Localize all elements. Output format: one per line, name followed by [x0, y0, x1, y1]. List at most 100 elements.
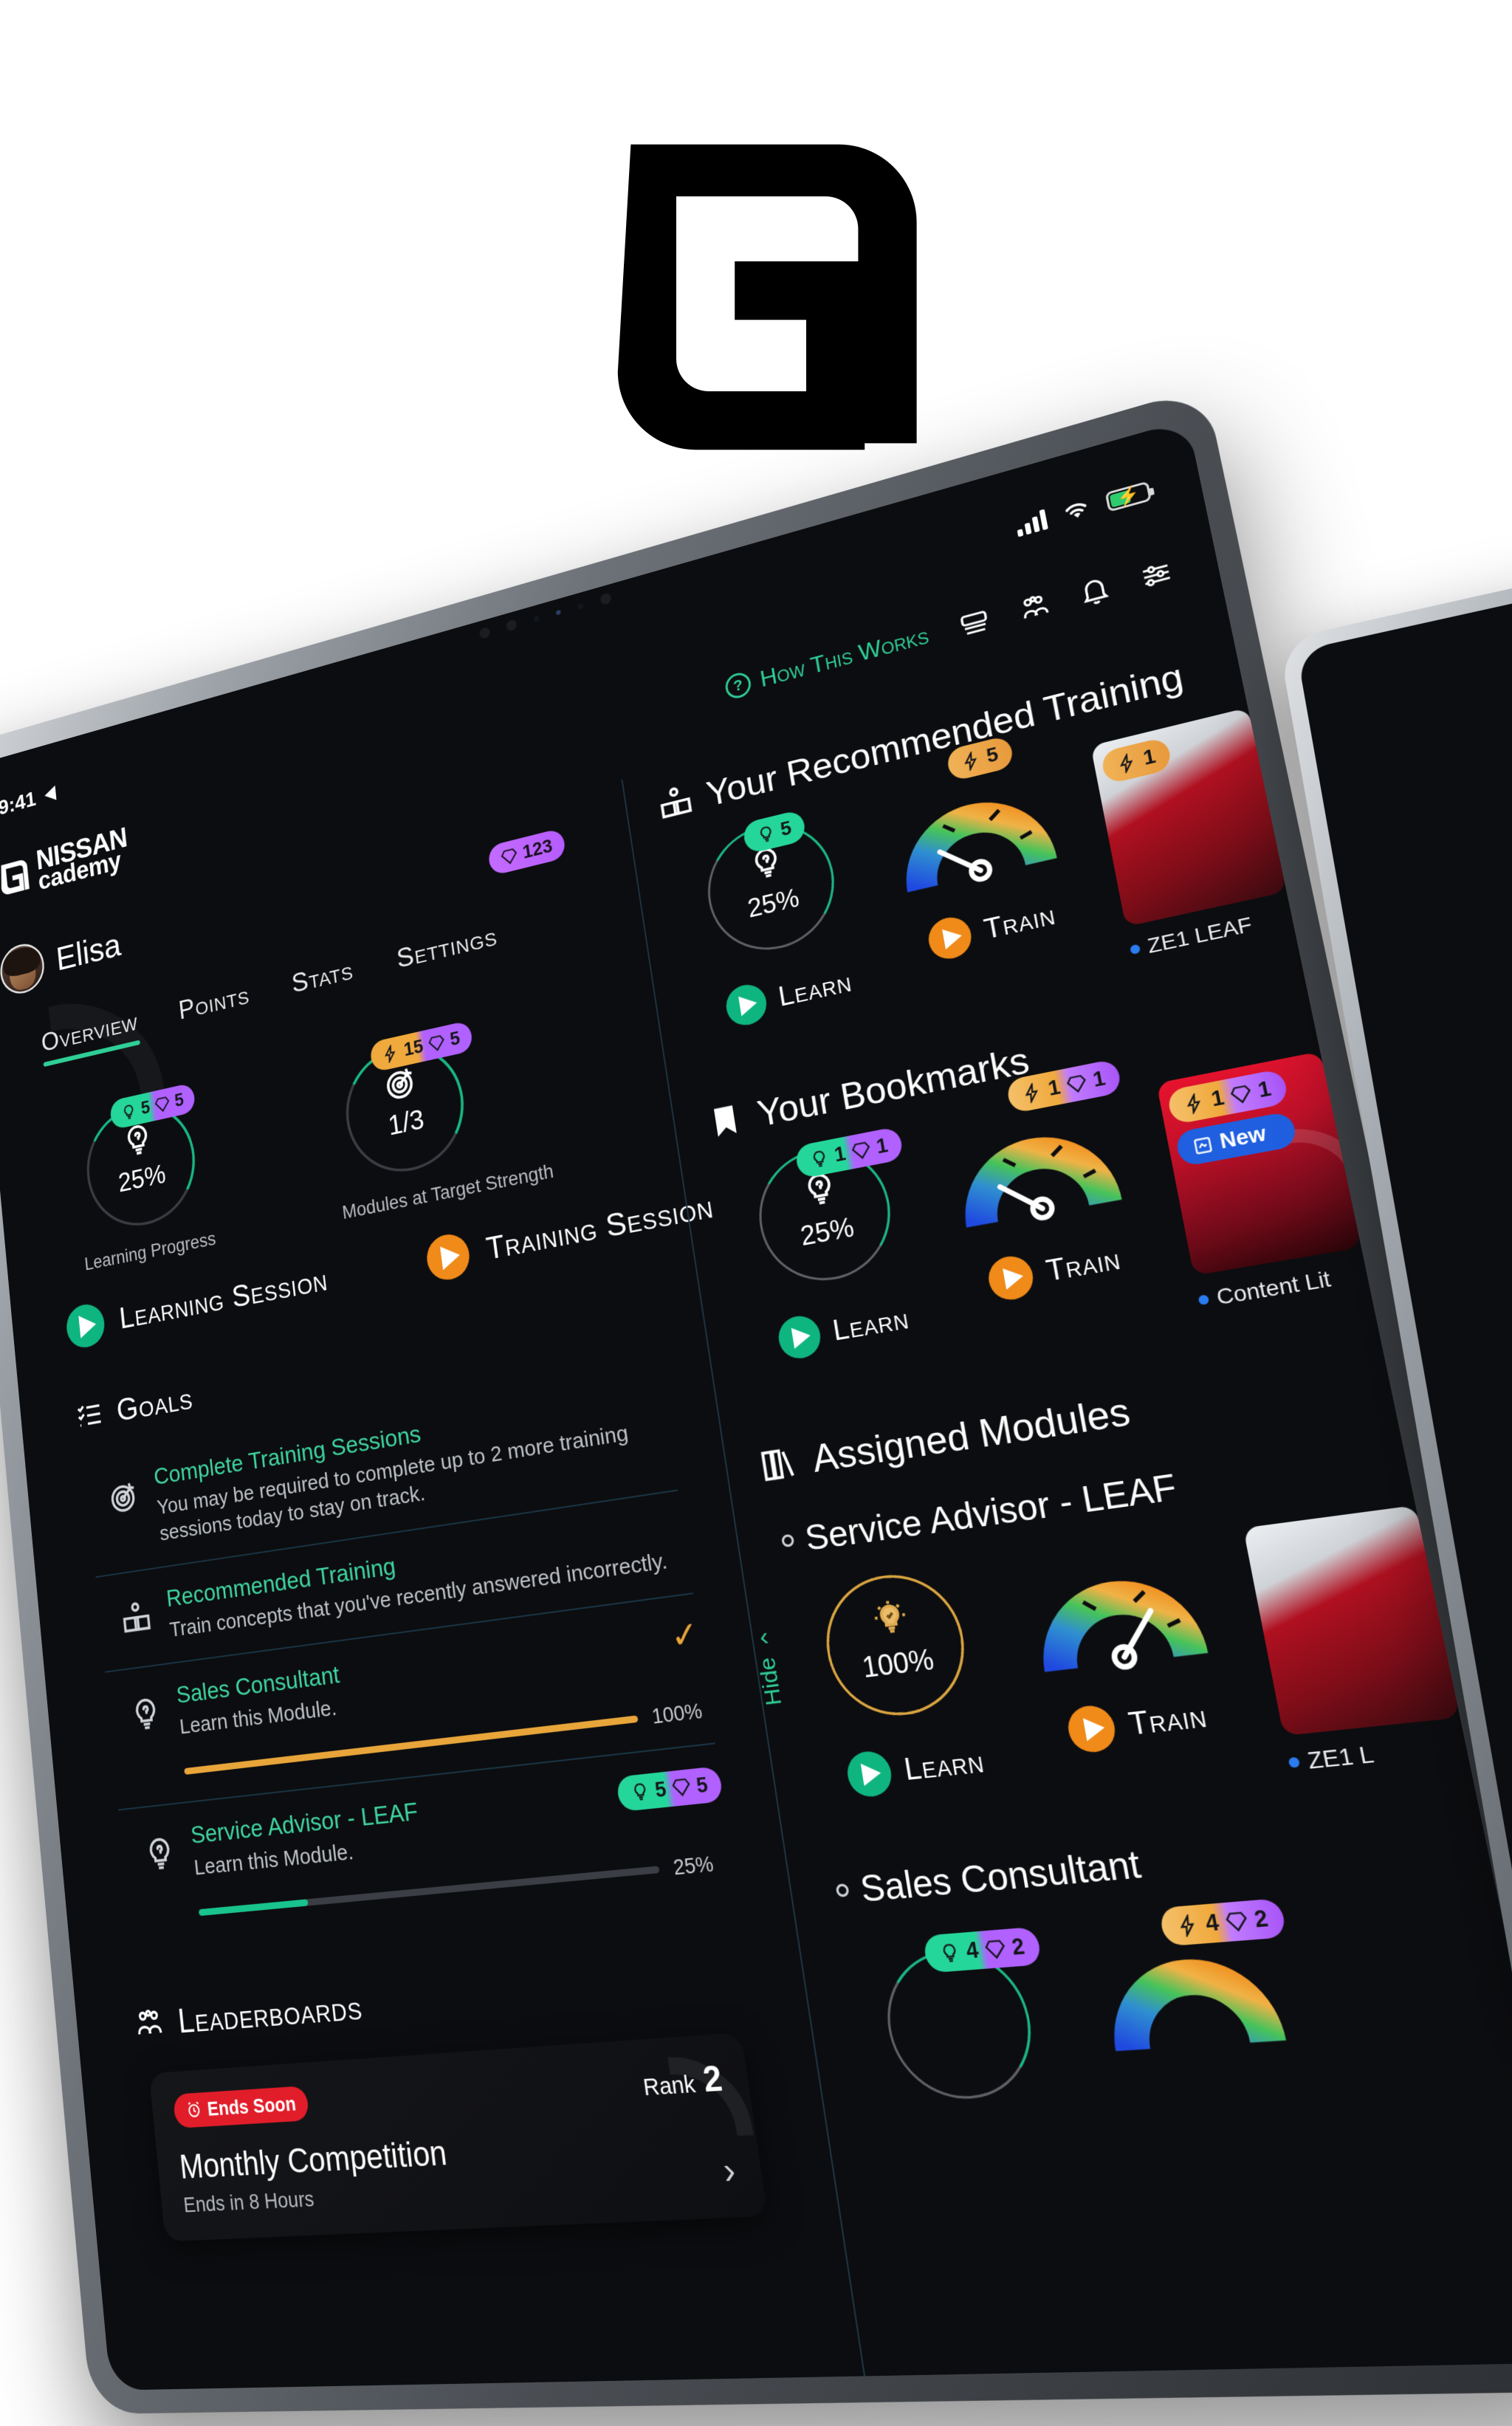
- sensor-dot: [532, 614, 540, 622]
- cards-icon[interactable]: [956, 605, 992, 642]
- badge-right-value: 5: [695, 1772, 709, 1798]
- academy-a-icon: [0, 859, 30, 896]
- leaderboard-card[interactable]: ◝ Ends Soon Rank 2 Monthly Competition E…: [148, 2032, 768, 2242]
- assigned-train-widget[interactable]: 4 2: [1079, 1897, 1301, 2058]
- vehicle-thumbnail: 1: [1090, 707, 1287, 927]
- learning-session-button[interactable]: Learning Session: [64, 1258, 330, 1351]
- assigned-module-title[interactable]: Service Advisor - LEAF: [779, 1432, 1410, 1562]
- learn-progress-value: 100%: [859, 1643, 937, 1684]
- location-arrow-icon: [44, 785, 57, 803]
- gem-icon: [499, 846, 518, 867]
- learning-progress-ring[interactable]: 5 5 25% Learning Progress: [68, 1082, 220, 1276]
- assigned-learn-widget[interactable]: 100% Learn: [798, 1561, 1009, 1801]
- strength-gauge: [890, 776, 1062, 898]
- assigned-learn-widget[interactable]: 4 2: [853, 1925, 1065, 2110]
- status-dot: [1288, 1756, 1301, 1768]
- bookmarks-widgets: 1 1 25% Learn 1 1 Train ◝ 1 1 New Conten…: [710, 1025, 1370, 1387]
- learn-button[interactable]: Learn: [705, 958, 874, 1033]
- content-thumbnail: ◝ 1 1 New: [1156, 1051, 1361, 1276]
- gem-icon: [1065, 1072, 1089, 1096]
- new-content-icon: [1190, 1133, 1215, 1157]
- new-badge-label: New: [1217, 1121, 1268, 1154]
- bookmark-icon: [713, 1105, 737, 1137]
- leaderboards-title: Leaderboards: [176, 1987, 365, 2041]
- hide-panel-toggle[interactable]: ‹ Hide: [749, 1621, 787, 1707]
- train-button[interactable]: Train: [1040, 1691, 1237, 1757]
- thumb-reward-badge: 1 1: [1166, 1068, 1290, 1125]
- train-button[interactable]: Train: [962, 1234, 1149, 1308]
- camera-dot: [599, 591, 612, 605]
- nissan-academy-logo[interactable]: NISSAN cademy: [0, 822, 130, 902]
- modules-target-strength-ring[interactable]: 15 5 1/3 Modules at Target Strength: [324, 1020, 555, 1224]
- thumb-caption-label: ZE1 L: [1305, 1740, 1376, 1774]
- play-icon: [775, 1313, 824, 1362]
- play-icon: [723, 980, 769, 1029]
- module-name: Sales Consultant: [857, 1842, 1144, 1910]
- learn-button[interactable]: Learn: [757, 1294, 932, 1364]
- lightbulb-icon: [629, 1781, 650, 1803]
- assigned-train-widget[interactable]: Train: [1014, 1534, 1237, 1757]
- badge-left-value: 1: [1141, 744, 1158, 770]
- wifi-icon: [1059, 496, 1093, 519]
- play-icon: [425, 1231, 472, 1284]
- bookmark-media-card[interactable]: ◝ 1 1 New Content Lit: [1156, 1051, 1370, 1313]
- question-circle-icon: ?: [724, 670, 753, 701]
- lightbulb-icon: [808, 1147, 831, 1170]
- play-icon: [985, 1253, 1037, 1303]
- play-icon: [925, 913, 975, 963]
- badge-left-value: 4: [963, 1937, 980, 1964]
- bookmarks-title: Your Bookmarks: [755, 1039, 1033, 1135]
- bookmark-train-widget[interactable]: 1 1 Train: [938, 1058, 1149, 1308]
- bell-icon[interactable]: [1076, 572, 1113, 610]
- recommended-learn-widget[interactable]: 5 25% Learn: [682, 806, 874, 1033]
- badge-left-value: 15: [402, 1035, 425, 1060]
- assigned-module-title[interactable]: Sales Consultant: [833, 1810, 1490, 1913]
- lightbulb-icon: [938, 1941, 962, 1964]
- badge-right-value: 5: [173, 1089, 185, 1111]
- module-name: Service Advisor - LEAF: [802, 1465, 1181, 1559]
- lightbulb-question-icon: [799, 1168, 842, 1212]
- competition-subtitle: Ends in 8 Hours: [182, 2186, 315, 2217]
- sliders-icon[interactable]: [1137, 556, 1175, 594]
- gem-icon: [427, 1033, 447, 1054]
- gem-icon: [983, 1937, 1007, 1961]
- learn-reward-badge: 4 2: [921, 1926, 1042, 1973]
- target-icon: [106, 1467, 145, 1556]
- people-group-icon[interactable]: [1016, 588, 1053, 626]
- train-reward-badge: 4 2: [1158, 1897, 1288, 1947]
- bookmark-learn-widget[interactable]: 1 1 25% Learn: [732, 1126, 932, 1365]
- badge-left-value: 1: [1046, 1075, 1062, 1101]
- strength-gauge: [1093, 1941, 1291, 2058]
- goal-progress-label: 100%: [650, 1699, 704, 1728]
- recommended-media-card[interactable]: 1 ZE1 LEAF: [1090, 707, 1294, 962]
- gem-icon: [850, 1139, 872, 1162]
- train-label: Train: [1126, 1698, 1210, 1742]
- bolt-icon: [1116, 751, 1139, 774]
- battery-charging-icon: ⚡: [1104, 481, 1152, 512]
- training-session-label: Training Session: [484, 1189, 716, 1267]
- reading-person-icon: [118, 1588, 156, 1651]
- bolt-icon: [381, 1043, 399, 1064]
- train-button[interactable]: Train: [903, 890, 1082, 968]
- learn-button[interactable]: Learn: [825, 1737, 1009, 1801]
- assigned-modules-header: Assigned Modules: [756, 1349, 1392, 1489]
- assigned-modules-title: Assigned Modules: [809, 1389, 1134, 1481]
- module-bullet-icon: [780, 1533, 795, 1548]
- recommended-train-widget[interactable]: 5 Train: [880, 735, 1082, 968]
- train-reward-badge: 5: [945, 735, 1015, 783]
- lightbulb-icon: [755, 822, 777, 845]
- assigned-media-card[interactable]: ZE1 L: [1243, 1505, 1469, 1777]
- bolt-icon: [960, 749, 983, 772]
- chevron-up-icon: ‹: [757, 1621, 771, 1652]
- goal-progress-label: 25%: [672, 1852, 715, 1880]
- points-value: 123: [521, 835, 554, 863]
- competition-title: Monthly Competition: [178, 2134, 449, 2187]
- train-label: Train: [1043, 1243, 1124, 1288]
- how-this-works-button[interactable]: ? How This Works: [724, 622, 930, 701]
- badge-right-value: 2: [1009, 1934, 1027, 1960]
- train-reward-badge: 1 1: [1005, 1058, 1123, 1114]
- learn-label: Learn: [776, 966, 854, 1013]
- lightbulb-check-icon: [868, 1596, 913, 1640]
- learn-label: Learn: [901, 1745, 987, 1787]
- badge-left-value: 5: [985, 743, 1000, 767]
